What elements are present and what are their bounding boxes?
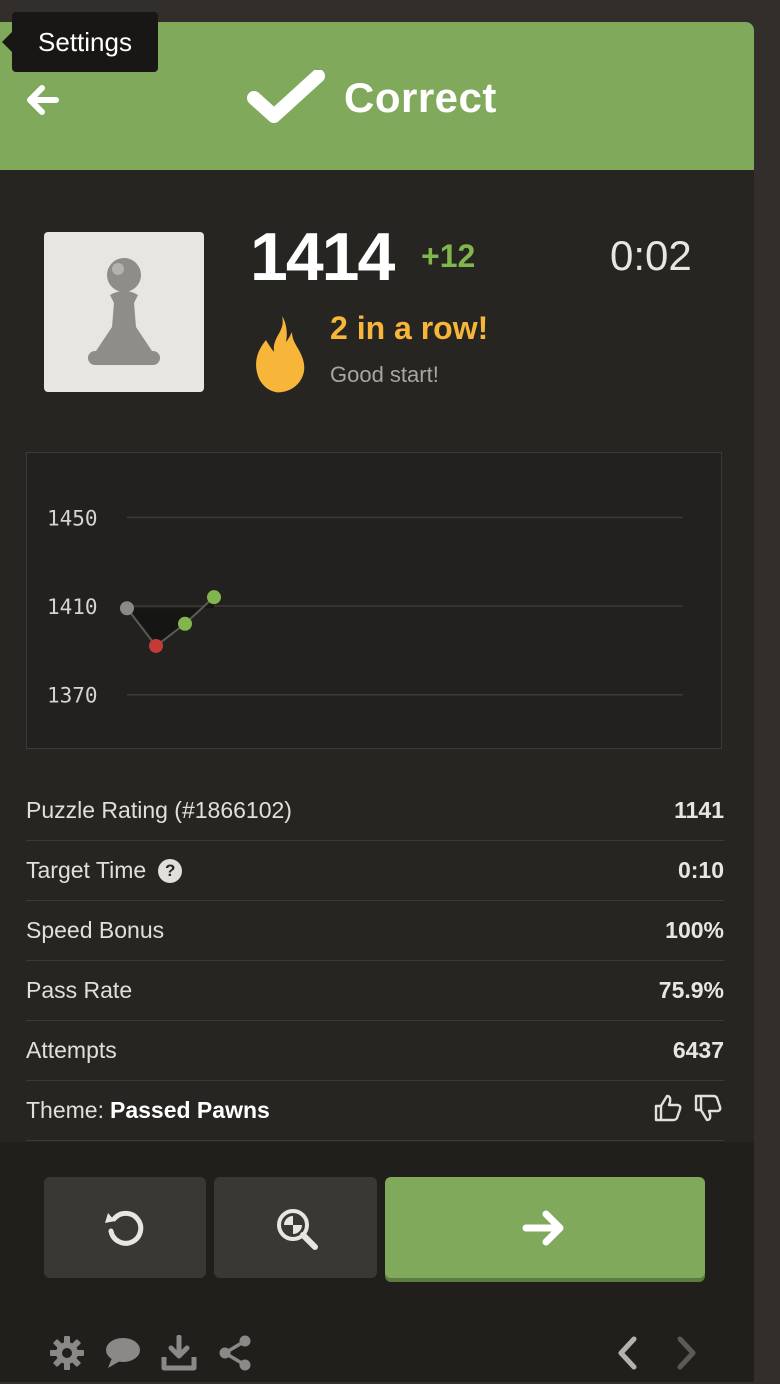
- chart-point-correct: [207, 590, 221, 605]
- stat-value: 100%: [665, 917, 724, 943]
- download-button[interactable]: [160, 1334, 198, 1372]
- thumbs-down-icon[interactable]: [692, 1092, 724, 1130]
- checkmark-icon: [247, 70, 325, 123]
- player-rating: 1414: [250, 219, 395, 295]
- streak-subtitle: Good start!: [330, 362, 439, 387]
- puzzle-navigation: [608, 1334, 706, 1372]
- result-label-group: Correct: [246, 68, 497, 128]
- theme-vote: [652, 1092, 724, 1130]
- retry-button[interactable]: [44, 1177, 206, 1278]
- stat-value: 1141: [674, 797, 724, 823]
- chart-y-tick: 1370: [47, 684, 98, 708]
- chevron-left-icon: [618, 1336, 637, 1370]
- stat-row-pass-rate: Pass Rate 75.9%: [26, 961, 724, 1021]
- stat-value: 0:10: [677, 857, 724, 883]
- question-icon[interactable]: ?: [158, 858, 183, 883]
- chevron-right-icon: [677, 1336, 696, 1370]
- chat-button[interactable]: [104, 1334, 142, 1372]
- rating-chart: 1450 1410 1370: [26, 452, 722, 749]
- share-icon: [219, 1335, 251, 1371]
- tooltip-text: Settings: [38, 26, 132, 57]
- back-button[interactable]: [20, 78, 64, 122]
- stat-label: Pass Rate: [26, 977, 133, 1003]
- solve-timer: 0:02: [610, 232, 692, 279]
- puzzle-result-panel: Correct 1414 +12 0:02 2 in a row! Good s…: [0, 22, 754, 1382]
- rating-chart-svg: 1450 1410 1370: [47, 506, 683, 708]
- pawn-icon: [88, 258, 160, 365]
- streak-title: 2 in a row!: [330, 310, 489, 346]
- arrow-right-icon: [522, 1210, 564, 1245]
- next-button[interactable]: [668, 1334, 706, 1372]
- theme-value: Passed Pawns: [109, 1097, 270, 1123]
- chart-point-start: [120, 601, 134, 616]
- footer-toolbar: [48, 1334, 254, 1372]
- previous-button[interactable]: [608, 1334, 646, 1372]
- tooltip-arrow: [2, 32, 12, 52]
- stat-label: Attempts: [26, 1037, 117, 1063]
- puzzle-avatar: [44, 232, 204, 392]
- analysis-button[interactable]: [214, 1177, 377, 1278]
- stat-row-theme: Theme: Passed Pawns: [26, 1081, 724, 1141]
- result-label: Correct: [344, 74, 497, 121]
- stat-row-attempts: Attempts 6437: [26, 1021, 724, 1081]
- chart-point-incorrect: [149, 638, 163, 653]
- puzzle-stats: Puzzle Rating (#1866102) 1141 Target Tim…: [26, 781, 724, 1141]
- download-icon: [161, 1335, 197, 1371]
- arrow-left-icon: [27, 85, 59, 115]
- next-puzzle-button[interactable]: [385, 1177, 705, 1278]
- stat-label: Speed Bonus: [26, 917, 165, 943]
- stat-row-speed-bonus: Speed Bonus 100%: [26, 901, 724, 961]
- stat-label-group: Target Time ?: [26, 857, 183, 884]
- chart-area: [127, 597, 214, 646]
- stat-row-puzzle-rating: Puzzle Rating (#1866102) 1141: [26, 781, 724, 841]
- chart-y-tick: 1450: [47, 506, 98, 530]
- flame-icon: [252, 314, 308, 399]
- stat-row-target-time: Target Time ? 0:10: [26, 841, 724, 901]
- rating-delta: +12: [421, 238, 476, 274]
- stat-value: 6437: [672, 1037, 724, 1063]
- share-button[interactable]: [216, 1334, 254, 1372]
- stat-label: Puzzle Rating (#1866102): [26, 797, 292, 823]
- thumbs-up-icon[interactable]: [652, 1092, 684, 1130]
- gear-icon: [50, 1336, 84, 1370]
- theme-label: Theme:: [26, 1097, 104, 1123]
- chart-y-tick: 1410: [47, 595, 98, 619]
- settings-tooltip: Settings: [12, 12, 158, 72]
- retry-icon: [105, 1210, 144, 1246]
- action-footer: [0, 1142, 754, 1382]
- chart-point-correct: [178, 616, 192, 631]
- settings-button[interactable]: [48, 1334, 86, 1372]
- chat-icon: [106, 1338, 140, 1368]
- analysis-magnifier-icon: [276, 1208, 318, 1250]
- stat-value: 75.9%: [658, 977, 724, 1003]
- stat-label: Target Time: [26, 857, 147, 883]
- theme-label-group: Theme: Passed Pawns: [26, 1097, 270, 1124]
